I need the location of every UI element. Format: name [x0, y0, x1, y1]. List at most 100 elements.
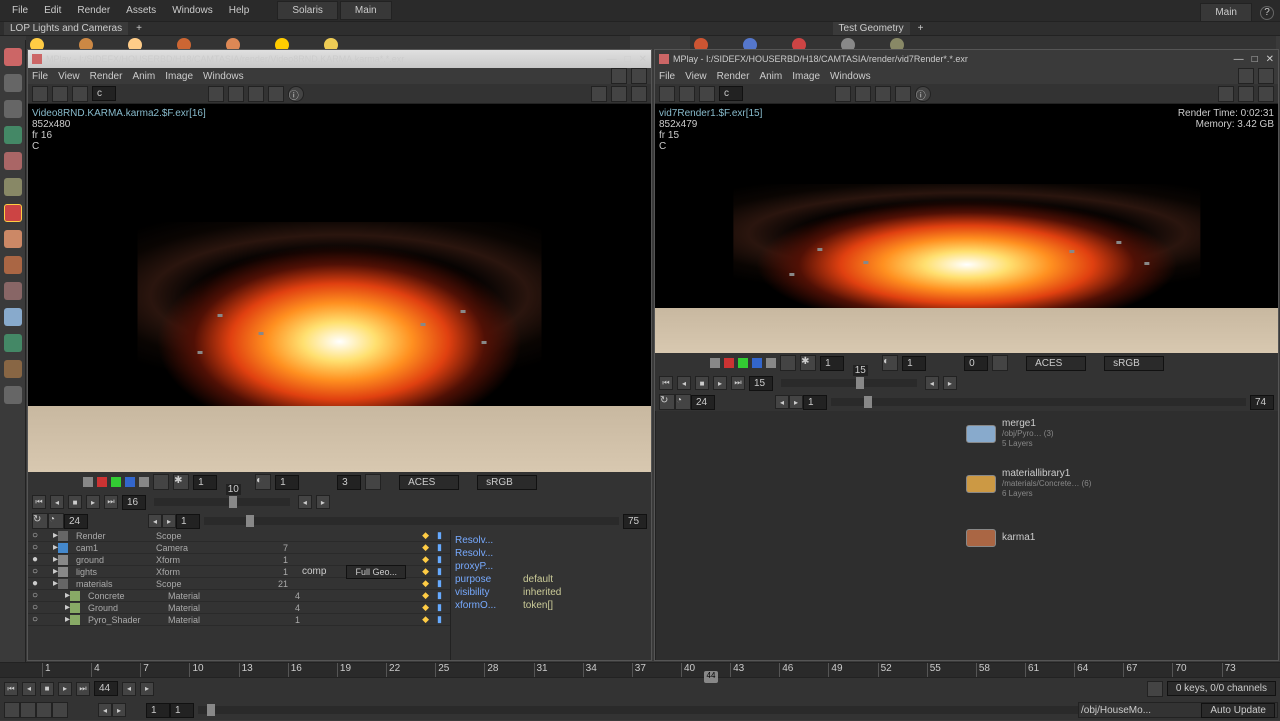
menu-render[interactable]: Render [69, 2, 118, 19]
stop-button[interactable]: ■ [40, 682, 54, 696]
global-start-field[interactable]: 1 [146, 703, 170, 718]
info-icon[interactable]: ⓘ [288, 86, 304, 102]
mplay-menu-render[interactable]: Render [90, 71, 123, 82]
mplay-menu-render[interactable]: Render [717, 71, 750, 82]
prev-frame-button[interactable]: ◂ [50, 495, 64, 509]
key-prev-button[interactable]: ◂ [122, 682, 136, 696]
exposure-field[interactable]: 1 [275, 475, 299, 490]
range-start-field[interactable]: 1 [803, 395, 827, 410]
home-icon[interactable] [248, 86, 264, 102]
current-frame-field[interactable]: 44 [94, 681, 118, 696]
desktop-selector[interactable]: Main [1200, 3, 1252, 22]
gamma-field[interactable]: 1 [193, 475, 217, 490]
tool-btn[interactable] [20, 702, 36, 718]
brightness-icon[interactable]: ✱ [173, 474, 189, 490]
tool-btn[interactable] [659, 86, 675, 102]
rail-tool-11[interactable] [4, 334, 22, 352]
blue-toggle[interactable] [752, 358, 762, 368]
menu-help[interactable]: Help [221, 2, 258, 19]
mplay-menu-anim[interactable]: Anim [132, 71, 155, 82]
expand-icon[interactable] [1258, 68, 1274, 84]
rail-tool-7[interactable] [4, 230, 22, 248]
play-button[interactable]: ▸ [86, 495, 100, 509]
layout-icon[interactable] [611, 86, 627, 102]
tool-btn[interactable] [699, 86, 715, 102]
desktop-tab-main[interactable]: Main [340, 1, 392, 20]
contrast-icon[interactable]: ◐ [255, 474, 271, 490]
timeline-slider[interactable]: 10 [154, 498, 290, 506]
layout-icon[interactable] [631, 86, 647, 102]
range-slider[interactable] [204, 517, 619, 525]
rgba-toggle[interactable] [83, 477, 93, 487]
range-end-field[interactable]: 74 [1250, 395, 1274, 410]
stop-button[interactable]: ■ [695, 376, 709, 390]
viewport-right[interactable]: vid7Render1.$F.exr[15] 852x479 fr 15 C R… [655, 104, 1278, 353]
realtime-icon[interactable]: ◔ [675, 394, 691, 410]
key-next-button[interactable]: ▸ [140, 682, 154, 696]
layout-icon[interactable] [1218, 86, 1234, 102]
first-frame-button[interactable]: ⏮ [4, 682, 18, 696]
network-node[interactable]: materiallibrary1/materials/Concrete… (6)… [966, 469, 1091, 499]
mplay-menu-file[interactable]: File [32, 71, 48, 82]
lut-field[interactable]: 0 [964, 356, 988, 371]
step-back-button[interactable]: ◂ [298, 495, 312, 509]
loop-icon[interactable]: ↻ [659, 394, 675, 410]
menu-edit[interactable]: Edit [36, 2, 69, 19]
mplay-menu-windows[interactable]: Windows [203, 71, 244, 82]
network-editor[interactable]: merge1/obj/Pyro… (3)5 Layers materiallibr… [655, 411, 1278, 660]
green-toggle[interactable] [738, 358, 748, 368]
prev-frame-button[interactable]: ◂ [677, 376, 691, 390]
play-button[interactable]: ▸ [58, 682, 72, 696]
realtime-icon[interactable]: ◔ [48, 513, 64, 529]
rail-tool-2[interactable] [4, 100, 22, 118]
minimize-icon[interactable]: — [607, 54, 617, 65]
fps-field[interactable]: 24 [64, 514, 88, 529]
range-start-button[interactable]: ◂ [148, 514, 162, 528]
playhead[interactable]: 44 [704, 671, 718, 683]
rail-tool-6[interactable] [4, 204, 22, 222]
menu-assets[interactable]: Assets [118, 2, 164, 19]
display-dropdown[interactable]: sRGB [1104, 356, 1164, 371]
red-toggle[interactable] [97, 477, 107, 487]
range-end-button[interactable]: ▸ [162, 514, 176, 528]
display-dropdown[interactable]: sRGB [477, 475, 537, 490]
channel-field[interactable]: c [92, 86, 116, 101]
colorspace-dropdown[interactable]: ACES [1026, 356, 1086, 371]
current-frame-field[interactable]: 15 [749, 376, 773, 391]
close-icon[interactable]: ✕ [639, 54, 647, 65]
lut-field[interactable]: 3 [337, 475, 361, 490]
layout-icon[interactable] [591, 86, 607, 102]
tree-row[interactable]: ○▸ConcreteMaterial4◆▮ [28, 590, 450, 602]
tool-btn[interactable] [780, 355, 796, 371]
rail-tool-5[interactable] [4, 178, 22, 196]
network-node[interactable]: merge1/obj/Pyro… (3)5 Layers [966, 419, 1054, 449]
range-end-field[interactable]: 75 [623, 514, 647, 529]
step-back-button[interactable]: ◂ [925, 376, 939, 390]
step-fwd-button[interactable]: ▸ [316, 495, 330, 509]
layout-icon[interactable] [1238, 86, 1254, 102]
tool-btn[interactable] [32, 86, 48, 102]
tool-btn[interactable] [228, 86, 244, 102]
global-range-slider[interactable] [198, 706, 1098, 714]
play-button[interactable]: ▸ [713, 376, 727, 390]
rail-tool-12[interactable] [4, 360, 22, 378]
tree-row[interactable]: ○▸GroundMaterial4◆▮ [28, 602, 450, 614]
info-icon[interactable]: ⓘ [915, 86, 931, 102]
rail-tool-3[interactable] [4, 126, 22, 144]
maximize-icon[interactable]: □ [625, 54, 631, 65]
scene-graph-tree[interactable]: ○▸RenderScope◆▮○▸cam1Camera7◆▮●▸groundXf… [28, 530, 451, 660]
menu-windows[interactable]: Windows [164, 2, 221, 19]
red-toggle[interactable] [724, 358, 734, 368]
fps-field[interactable]: 24 [691, 395, 715, 410]
stop-button[interactable]: ■ [68, 495, 82, 509]
rail-tool-1[interactable] [4, 74, 22, 92]
mplay-menu-windows[interactable]: Windows [830, 71, 871, 82]
maximize-icon[interactable]: □ [1252, 54, 1258, 65]
timeline-ruler[interactable]: 44 1471013161922252831343740434649525558… [0, 663, 1280, 677]
blue-toggle[interactable] [125, 477, 135, 487]
help-icon[interactable]: ? [1260, 6, 1274, 20]
rail-tool-10[interactable] [4, 308, 22, 326]
next-frame-button[interactable]: ⏭ [104, 495, 118, 509]
current-frame-field[interactable]: 16 [122, 495, 146, 510]
tool-btn[interactable] [52, 86, 68, 102]
